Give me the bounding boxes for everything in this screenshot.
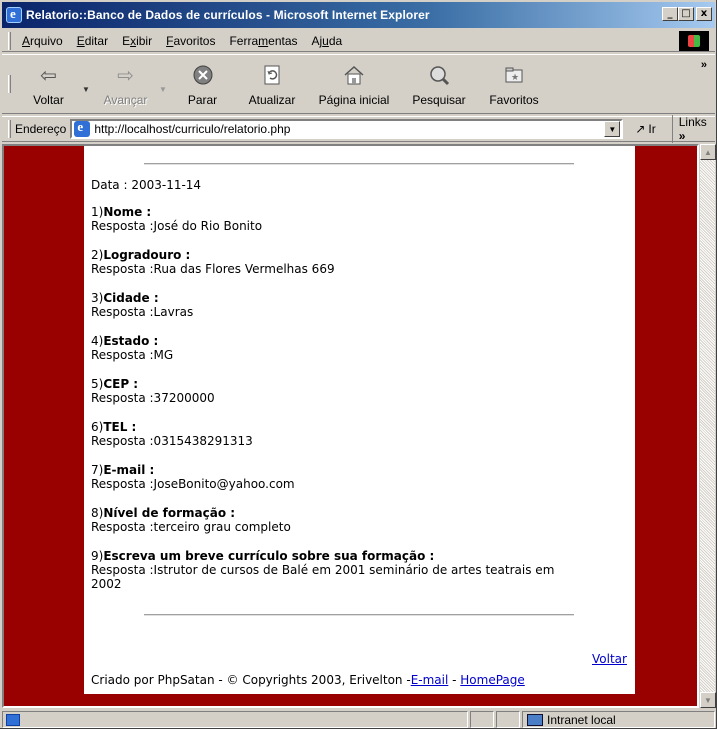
menu-exibir[interactable]: Exibir — [115, 34, 159, 48]
back-label: Voltar — [33, 93, 64, 107]
scroll-up-icon[interactable]: ▲ — [700, 144, 716, 160]
search-label: Pesquisar — [412, 93, 466, 107]
minimize-button[interactable]: _ — [662, 7, 678, 21]
report-date: Data : 2003-11-14 — [91, 178, 202, 192]
report-item: 1)Nome : Resposta :José do Rio Bonito — [91, 205, 263, 233]
top-divider — [144, 163, 574, 165]
window-controls: _ □ x — [662, 7, 712, 21]
refresh-label: Atualizar — [248, 93, 296, 107]
windows-logo-icon — [679, 31, 709, 51]
stop-label: Parar — [187, 93, 218, 107]
address-bar: Endereço http://localhost/curriculo/rela… — [2, 115, 715, 143]
email-link[interactable]: E-mail — [411, 673, 449, 687]
status-cell — [496, 711, 520, 728]
favorites-label: Favoritos — [489, 93, 539, 107]
menu-bar: Arquivo Editar Exibir Favoritos Ferramen… — [2, 30, 715, 52]
status-cell — [470, 711, 494, 728]
close-button[interactable]: x — [696, 7, 712, 21]
report-item: 4)Estado : Resposta :MG — [91, 334, 174, 362]
page-icon — [74, 119, 91, 137]
bottom-divider — [144, 614, 574, 616]
go-arrow-icon: ↗ — [635, 122, 646, 136]
standard-toolbar: ⇦ Voltar ▼ ⇨ Avançar ▼ Parar Atualizar P… — [2, 54, 715, 114]
footer-text: Criado por PhpSatan - © Copyrights 2003,… — [91, 673, 411, 687]
go-button[interactable]: ↗ Ir — [635, 122, 655, 136]
report-item: 6)TEL : Resposta :0315438291313 — [91, 420, 253, 448]
menu-arquivo[interactable]: Arquivo — [15, 34, 70, 48]
favorites-icon: ★ — [502, 63, 526, 87]
status-bar: Intranet local — [2, 710, 715, 729]
security-zone[interactable]: Intranet local — [522, 711, 715, 728]
report-item: 2)Logradouro : Resposta :Rua das Flores … — [91, 248, 335, 276]
forward-arrow-icon: ⇨ — [117, 64, 134, 87]
links-button[interactable]: Links » — [671, 115, 715, 143]
home-button[interactable]: Página inicial — [308, 57, 400, 111]
address-grip[interactable] — [8, 120, 11, 138]
toolbar-more-icon[interactable]: » — [701, 59, 707, 71]
stop-icon — [191, 63, 215, 87]
back-dropdown-icon[interactable]: ▼ — [82, 85, 92, 94]
menu-ferramentas[interactable]: Ferramentas — [222, 34, 304, 48]
page-status-icon — [6, 713, 20, 726]
refresh-button[interactable]: Atualizar — [236, 57, 308, 111]
menu-grip[interactable] — [8, 31, 11, 50]
back-arrow-icon: ⇦ — [40, 64, 57, 87]
vertical-scrollbar[interactable]: ▲ ▼ — [699, 144, 716, 708]
back-button[interactable]: ⇦ Voltar — [15, 57, 82, 111]
zone-label: Intranet local — [547, 712, 616, 727]
address-url[interactable]: http://localhost/curriculo/relatorio.php — [94, 122, 604, 136]
refresh-icon — [260, 63, 284, 87]
window-title: Relatorio::Banco de Dados de currículos … — [26, 8, 430, 22]
status-main — [2, 711, 468, 728]
ie-icon[interactable] — [6, 6, 22, 23]
report-item: 3)Cidade : Resposta :Lavras — [91, 291, 194, 319]
scroll-down-icon[interactable]: ▼ — [700, 692, 716, 708]
maximize-button[interactable]: □ — [678, 7, 694, 21]
address-input[interactable]: http://localhost/curriculo/relatorio.php… — [70, 119, 624, 139]
report-item: 7)E-mail : Resposta :JoseBonito@yahoo.co… — [91, 463, 295, 491]
go-label: Ir — [648, 122, 656, 136]
report-item: 8)Nível de formação : Resposta :terceiro… — [91, 506, 291, 534]
toolbar-grip[interactable] — [8, 75, 11, 93]
report-page: Data : 2003-11-14 1)Nome : Resposta :Jos… — [84, 146, 635, 694]
footer-credits: Criado por PhpSatan - © Copyrights 2003,… — [91, 673, 525, 687]
intranet-icon — [527, 713, 543, 726]
address-label: Endereço — [14, 122, 67, 136]
homepage-link[interactable]: HomePage — [460, 673, 525, 687]
forward-label: Avançar — [103, 93, 148, 107]
address-dropdown-icon[interactable]: ▼ — [604, 121, 621, 137]
search-button[interactable]: Pesquisar — [400, 57, 478, 111]
svg-text:★: ★ — [511, 72, 519, 82]
report-item: 5)CEP : Resposta :37200000 — [91, 377, 215, 405]
stop-button[interactable]: Parar — [169, 57, 236, 111]
forward-button[interactable]: ⇨ Avançar — [92, 57, 159, 111]
menu-editar[interactable]: Editar — [70, 34, 115, 48]
home-icon — [342, 63, 366, 87]
report-item: 9)Escreva um breve currículo sobre sua f… — [91, 549, 555, 591]
search-icon — [427, 63, 451, 87]
menu-favoritos[interactable]: Favoritos — [159, 34, 222, 48]
forward-dropdown-icon[interactable]: ▼ — [159, 85, 169, 94]
browser-window: Relatorio::Banco de Dados de currículos … — [0, 0, 717, 729]
title-bar[interactable]: Relatorio::Banco de Dados de currículos … — [2, 2, 715, 28]
voltar-link[interactable]: Voltar — [592, 652, 627, 666]
favorites-button[interactable]: ★ Favoritos — [478, 57, 550, 111]
menu-ajuda[interactable]: Ajuda — [305, 34, 350, 48]
home-label: Página inicial — [318, 93, 390, 107]
content-viewport: Data : 2003-11-14 1)Nome : Resposta :Jos… — [2, 144, 699, 708]
